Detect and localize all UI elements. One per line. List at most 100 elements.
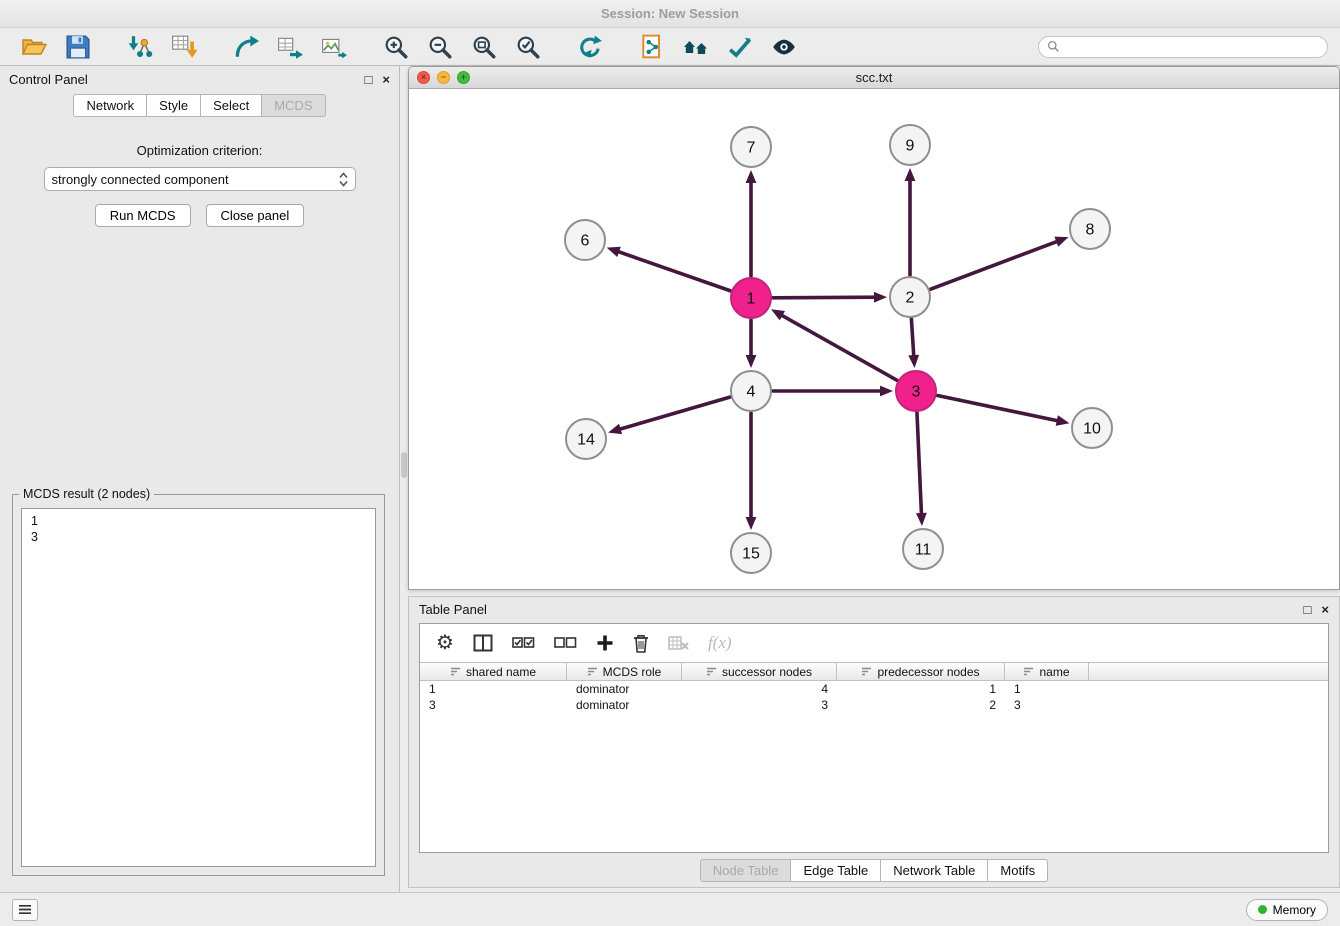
- save-floppy-icon: [65, 34, 91, 60]
- tab-node-table[interactable]: Node Table: [700, 859, 792, 882]
- edge-arrowhead: [1056, 415, 1070, 426]
- edge-arrowhead: [608, 424, 622, 434]
- edge-4-14[interactable]: [619, 397, 730, 429]
- edge-3-11[interactable]: [917, 413, 922, 515]
- edge-arrowhead: [908, 355, 919, 368]
- show-hide-button[interactable]: [762, 31, 806, 63]
- network-view-window: scc.txt × − + 7968124314101511: [408, 66, 1340, 590]
- edge-arrowhead: [916, 513, 927, 526]
- panel-splitter-handle[interactable]: [401, 452, 407, 478]
- zoom-fit-button[interactable]: [462, 31, 506, 63]
- function-builder-button[interactable]: f(x): [708, 633, 732, 653]
- zoom-out-button[interactable]: [418, 31, 462, 63]
- graph-node-1[interactable]: 1: [731, 278, 771, 318]
- graph-node-8[interactable]: 8: [1070, 209, 1110, 249]
- table-settings-button[interactable]: ⚙: [436, 633, 454, 653]
- app-title: Session: New Session: [601, 6, 739, 21]
- select-all-rows-button[interactable]: [512, 636, 535, 650]
- apply-layout-button[interactable]: [568, 31, 612, 63]
- edge-3-10[interactable]: [938, 396, 1059, 421]
- edge-1-2[interactable]: [773, 297, 876, 298]
- tab-motifs[interactable]: Motifs: [988, 859, 1048, 882]
- graph-node-10[interactable]: 10: [1072, 408, 1112, 448]
- edge-3-1[interactable]: [781, 315, 897, 381]
- import-table-button[interactable]: [162, 31, 206, 63]
- column-header-successor-nodes[interactable]: successor nodes: [682, 663, 837, 680]
- close-panel-icon[interactable]: ×: [382, 73, 390, 86]
- open-session-button[interactable]: [12, 31, 56, 63]
- delete-column-button[interactable]: [633, 634, 649, 653]
- zoom-group: [374, 31, 550, 63]
- tab-select[interactable]: Select: [201, 94, 262, 117]
- deselect-all-rows-button[interactable]: [554, 636, 577, 650]
- search-input[interactable]: [1065, 40, 1319, 54]
- zoom-in-button[interactable]: [374, 31, 418, 63]
- run-mcds-button[interactable]: Run MCDS: [95, 204, 191, 227]
- export-image-button[interactable]: [312, 31, 356, 63]
- network-graph[interactable]: 7 9 6 8 1 2 4 3 14 10 15 11: [409, 89, 1339, 589]
- tab-edge-table[interactable]: Edge Table: [791, 859, 881, 882]
- node-label: 10: [1083, 421, 1101, 438]
- control-panel-title: Control Panel: [9, 72, 88, 87]
- tab-mcds[interactable]: MCDS: [262, 94, 325, 117]
- graph-node-7[interactable]: 7: [731, 127, 771, 167]
- zoom-selected-button[interactable]: [506, 31, 550, 63]
- control-panel: Control Panel □ × Network Style Select M…: [0, 66, 400, 892]
- network-to-table-button[interactable]: [268, 31, 312, 63]
- table-row[interactable]: 1 dominator 4 1 1: [420, 681, 1328, 697]
- column-header-shared-name[interactable]: shared name: [420, 663, 567, 680]
- close-table-panel-icon[interactable]: ×: [1321, 603, 1329, 616]
- float-table-panel-icon[interactable]: □: [1304, 603, 1312, 616]
- mcds-result-list[interactable]: 1 3: [21, 508, 376, 867]
- edge-arrowhead: [607, 247, 621, 257]
- memory-button[interactable]: Memory: [1246, 899, 1328, 921]
- graph-node-2[interactable]: 2: [890, 277, 930, 317]
- node-label: 6: [581, 233, 590, 250]
- delete-table-button[interactable]: [668, 635, 689, 651]
- graph-node-4[interactable]: 4: [731, 371, 771, 411]
- eye-icon: [771, 34, 797, 60]
- show-columns-button[interactable]: [473, 634, 493, 652]
- graph-node-15[interactable]: 15: [731, 533, 771, 573]
- float-panel-icon[interactable]: □: [365, 73, 373, 86]
- criterion-dropdown[interactable]: strongly connected component: [44, 167, 356, 191]
- tab-style[interactable]: Style: [147, 94, 201, 117]
- node-label: 7: [747, 140, 756, 157]
- document-share-button[interactable]: [630, 31, 674, 63]
- graph-node-14[interactable]: 14: [566, 419, 606, 459]
- open-folder-icon: [21, 34, 47, 60]
- window-close-button[interactable]: ×: [417, 71, 430, 84]
- table-row[interactable]: 3 dominator 3 2 3: [420, 697, 1328, 713]
- file-group: [12, 31, 100, 63]
- cell-name: 1: [1005, 682, 1089, 696]
- window-minimize-button[interactable]: −: [437, 71, 450, 84]
- status-menu-button[interactable]: [12, 899, 38, 921]
- apply-style-button[interactable]: [718, 31, 762, 63]
- node-table-container: ⚙: [419, 623, 1329, 853]
- save-session-button[interactable]: [56, 31, 100, 63]
- graph-node-6[interactable]: 6: [565, 220, 605, 260]
- column-header-mcds-role[interactable]: MCDS role: [567, 663, 682, 680]
- criterion-selected-value: strongly connected component: [52, 172, 229, 187]
- column-header-predecessor-nodes[interactable]: predecessor nodes: [837, 663, 1005, 680]
- home-button[interactable]: [674, 31, 718, 63]
- node-label: 9: [906, 138, 915, 155]
- graph-node-11[interactable]: 11: [903, 529, 943, 569]
- graph-node-9[interactable]: 9: [890, 125, 930, 165]
- edge-2-3[interactable]: [911, 319, 913, 357]
- new-network-button[interactable]: [224, 31, 268, 63]
- gear-icon: ⚙: [436, 633, 454, 653]
- add-column-button[interactable]: [596, 634, 614, 652]
- close-panel-button[interactable]: Close panel: [206, 204, 305, 227]
- window-zoom-button[interactable]: +: [457, 71, 470, 84]
- network-table-icon: [277, 34, 303, 60]
- graph-node-3[interactable]: 3: [896, 371, 936, 411]
- network-canvas-area[interactable]: 7 9 6 8 1 2 4 3 14 10 15 11: [409, 89, 1339, 589]
- edge-1-6[interactable]: [617, 251, 730, 291]
- import-network-button[interactable]: [118, 31, 162, 63]
- tab-network-table[interactable]: Network Table: [881, 859, 988, 882]
- column-header-name[interactable]: name: [1005, 663, 1089, 680]
- document-network-icon: [639, 34, 665, 60]
- edge-2-8[interactable]: [931, 241, 1059, 289]
- tab-network[interactable]: Network: [73, 94, 147, 117]
